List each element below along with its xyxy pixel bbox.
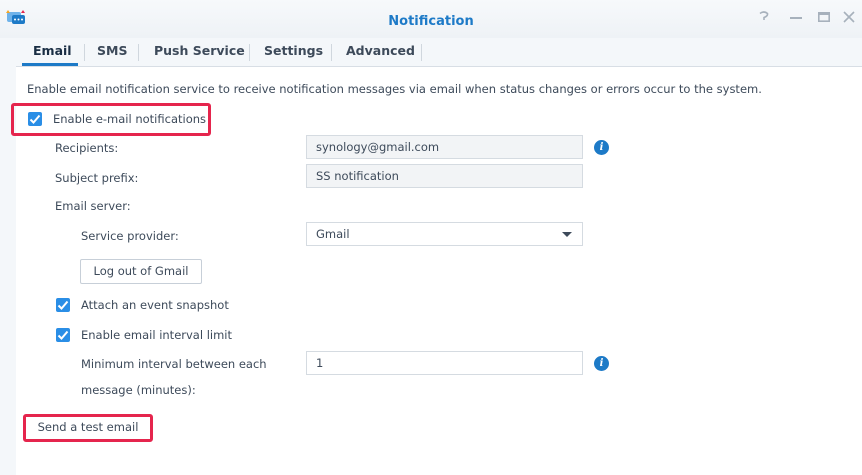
email-server-label: Email server: [55, 199, 131, 213]
enable-email-checkbox[interactable] [28, 112, 42, 126]
service-provider-select[interactable]: Gmail [306, 222, 583, 246]
logout-gmail-button[interactable]: Log out of Gmail [80, 259, 202, 284]
recipients-info-icon[interactable]: i [594, 140, 609, 155]
recipients-input[interactable]: synology@gmail.com [306, 135, 583, 159]
tab-divider [138, 44, 139, 61]
tab-advanced[interactable]: Advanced [346, 43, 415, 58]
maximize-icon[interactable] [818, 12, 830, 22]
chevron-down-icon [562, 232, 572, 237]
tab-divider [249, 44, 250, 61]
email-description: Enable email notification service to rec… [27, 82, 762, 96]
checkmark-icon [57, 330, 69, 340]
subject-prefix-label: Subject prefix: [55, 171, 139, 185]
enable-email-label[interactable]: Enable e-mail notifications [53, 112, 206, 126]
interval-info-icon[interactable]: i [594, 356, 609, 371]
min-interval-label: Minimum interval between each [81, 357, 267, 371]
tab-push-service[interactable]: Push Service [154, 43, 245, 58]
tab-email[interactable]: Email [33, 43, 72, 58]
min-interval-input[interactable]: 1 [306, 351, 583, 375]
service-provider-value: Gmail [316, 227, 350, 241]
recipients-label: Recipients: [55, 141, 119, 155]
close-icon[interactable] [843, 11, 855, 23]
subject-prefix-input[interactable]: SS notification [306, 164, 583, 188]
tab-divider [331, 44, 332, 61]
checkmark-icon [57, 300, 69, 310]
min-interval-label-2: message (minutes): [81, 383, 196, 397]
service-provider-label: Service provider: [81, 229, 179, 243]
attach-snapshot-checkbox[interactable] [56, 298, 70, 312]
title-bar[interactable]: Notification [0, 0, 862, 38]
tab-divider [421, 44, 422, 61]
window-title: Notification [388, 14, 474, 29]
send-test-email-button[interactable]: Send a test email [28, 416, 148, 440]
tab-settings[interactable]: Settings [264, 43, 323, 58]
tab-divider [84, 44, 85, 61]
notification-window: Notification Email SMS Push Service Sett… [0, 0, 862, 475]
attach-snapshot-label[interactable]: Attach an event snapshot [81, 298, 229, 312]
checkmark-icon [29, 114, 41, 124]
interval-limit-checkbox[interactable] [56, 328, 70, 342]
help-icon[interactable] [758, 10, 770, 24]
interval-limit-label[interactable]: Enable email interval limit [81, 328, 232, 342]
tab-sms[interactable]: SMS [97, 43, 127, 58]
minimize-icon[interactable] [790, 17, 802, 21]
